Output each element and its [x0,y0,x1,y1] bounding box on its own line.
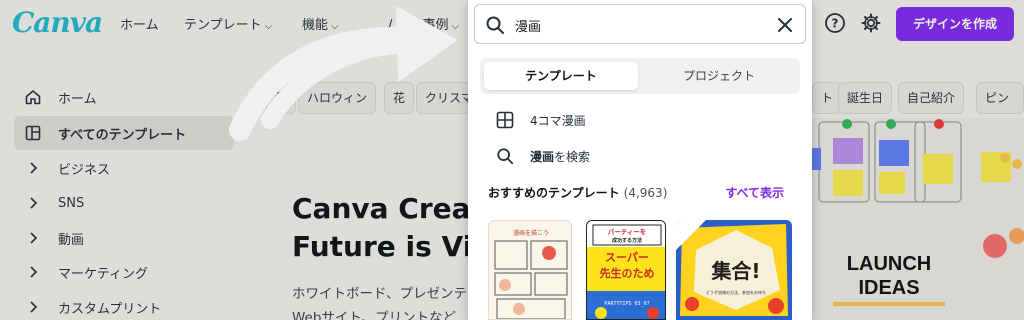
whiteboard-illustration: LAUNCH IDEAS [805,118,1024,320]
search-icon [486,16,504,34]
show-all-link[interactable]: すべて表示 [725,184,784,201]
sidebar-item-home[interactable]: ホーム [14,80,234,114]
svg-text:先生のため: 先生のため [600,266,655,280]
chevron-right-icon [18,161,48,175]
sidebar-item-label: ホーム [58,91,97,107]
chip-pink[interactable]: ピンク [976,82,1024,135]
svg-text:漫画を描こう: 漫画を描こう [513,229,549,237]
pointer-arrow-annotation [229,6,458,141]
suggestion-query: 漫画 [530,149,555,164]
sidebar-item-custom-print[interactable]: カスタムプリント [14,290,234,320]
svg-text:集合!: 集合! [710,259,760,283]
chevron-right-icon [18,231,48,245]
suggestion-item[interactable]: 4コマ漫画 [494,108,586,132]
sidebar-item-label: マーケティング [58,266,148,282]
search-icon [494,147,516,165]
manga-thumbnail-art: 漫画を描こう [494,229,568,319]
help-icon[interactable]: ? [824,12,846,34]
sidebar-item-label: 動画 [58,232,85,248]
chevron-right-icon [18,196,48,210]
sidebar-item-all-templates[interactable]: すべてのテンプレート [14,116,234,150]
search-tabs: テンプレート プロジェクト [480,58,800,94]
board-title-line2: IDEAS [858,277,919,299]
suggestion-label: 4コマ漫画 [530,113,586,128]
settings-gear-icon[interactable] [860,12,882,34]
sidebar-item-label: SNS [58,195,85,211]
sidebar-item-marketing[interactable]: マーケティング [14,255,234,289]
svg-text:どうぞ皆様の方法、参加をお待ち: どうぞ皆様の方法、参加をお待ち [706,289,766,295]
tab-projects[interactable]: プロジェクト [642,62,796,90]
sidebar-item-label: すべてのテンプレート [58,127,187,143]
chevron-right-icon [18,300,48,314]
hero-description: ホワイトボード、プレゼンテ Webサイト、プリントなど [292,286,467,320]
party-tips-thumbnail-art: パーティーを 成功する方法 スーパー 先生のため PARTYTIPS 03_07 [587,221,665,319]
board-title-line1: LAUNCH [847,253,931,275]
svg-text:PARTYTIPS 03_07: PARTYTIPS 03_07 [604,301,649,307]
create-design-button[interactable]: デザインを作成 [896,7,1014,41]
sidebar-item-video[interactable]: 動画 [14,221,234,255]
sidebar-item-sns[interactable]: SNS [14,186,234,220]
svg-text:パーティーを: パーティーを [608,227,647,236]
chip-self-intro[interactable]: 自己紹介 [898,82,965,114]
search-dropdown-panel: テンプレート プロジェクト 4コマ漫画 漫画を検索 おすすめのテンプレート(4,… [468,0,812,320]
suggestion-search-item[interactable]: 漫画 を検索 [494,144,590,168]
sidebar-item-label: カスタムプリント [58,301,162,317]
tab-templates[interactable]: テンプレート [484,62,638,90]
home-icon [18,88,48,106]
template-layout-icon [18,124,48,142]
canva-logo[interactable]: Canva [12,6,103,39]
nav-home[interactable]: ホーム [120,14,159,33]
suggestion-label: を検索 [554,149,591,164]
sidebar-item-label: ビジネス [58,162,111,178]
template-thumbnail[interactable]: 集合! どうぞ皆様の方法、参加をお待ち [676,220,792,320]
svg-text:?: ? [832,17,839,31]
sidebar-item-business[interactable]: ビジネス [14,151,234,185]
search-bar [474,4,806,44]
svg-text:スーパー: スーパー [605,251,649,264]
gathering-thumbnail-art: 集合! どうぞ皆様の方法、参加をお待ち [676,220,792,320]
template-thumbnail[interactable]: 漫画を描こう [488,220,572,320]
chip-birthday[interactable]: 誕生日 [838,82,893,114]
template-thumbnail[interactable]: パーティーを 成功する方法 スーパー 先生のため PARTYTIPS 03_07 [586,220,666,320]
close-icon[interactable] [775,15,795,35]
chevron-right-icon [18,265,48,279]
grid-template-icon [494,111,516,129]
search-input[interactable] [515,11,745,39]
svg-text:成功する方法: 成功する方法 [612,237,642,244]
recommended-heading: おすすめのテンプレート (4,963) [488,186,668,200]
recommended-count: (4,963) [623,186,668,200]
